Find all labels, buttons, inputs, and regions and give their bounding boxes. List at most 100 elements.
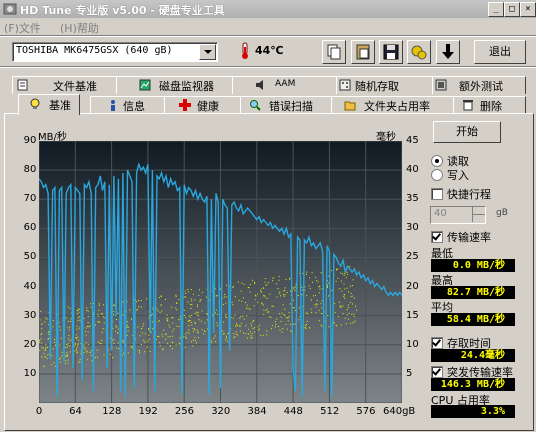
access-time-point	[312, 295, 314, 297]
access-time-point	[141, 332, 143, 334]
tab-file-benchmark[interactable]: 文件基准	[12, 76, 117, 94]
access-time-point	[152, 328, 154, 330]
paste-button[interactable]	[351, 40, 375, 64]
access-time-point	[203, 333, 205, 335]
access-time-point	[312, 281, 314, 283]
access-time-point	[267, 311, 269, 312]
maximize-button[interactable]: □	[504, 2, 520, 17]
short-stroke-checkbox[interactable]	[431, 188, 443, 200]
temperature-readout: 44℃	[255, 44, 284, 57]
access-time-point	[59, 326, 61, 328]
access-time-point	[331, 289, 333, 291]
access-time-point	[148, 328, 150, 329]
access-time-point	[192, 345, 194, 347]
x-tick-label: 64	[69, 406, 82, 417]
close-button[interactable]: ×	[520, 2, 536, 17]
x-tick-label: 256	[174, 406, 194, 417]
access-time-point	[316, 299, 318, 301]
y2-tick-label: 5	[406, 367, 413, 379]
spin-up-icon[interactable]	[472, 207, 485, 214]
chevron-down-icon[interactable]	[199, 44, 216, 60]
access-time-point	[123, 352, 125, 354]
tab-extra-tests[interactable]: 额外测试	[432, 76, 526, 94]
access-time-point	[127, 324, 128, 326]
access-time-point	[346, 309, 348, 311]
access-time-point	[158, 319, 160, 321]
tab-aam[interactable]: AAM	[232, 76, 337, 94]
access-time-point	[248, 333, 250, 335]
access-time-point	[293, 288, 295, 290]
access-time-point	[343, 274, 345, 276]
y-tick-label: 20	[23, 338, 37, 350]
access-time-point	[61, 355, 63, 357]
y2-tick-label: 25	[406, 251, 419, 263]
options-button[interactable]	[407, 40, 431, 64]
access-time-point	[183, 314, 185, 316]
copy-button[interactable]	[322, 40, 346, 64]
drive-select[interactable]: TOSHIBA MK6475GSX (640 gB)	[12, 42, 218, 62]
menu-help[interactable]: (H)帮助	[60, 20, 99, 36]
tab-info[interactable]: 信息	[90, 96, 165, 114]
menu-file[interactable]: (F)文件	[4, 20, 41, 36]
access-time-point	[352, 279, 354, 281]
access-time-point	[131, 318, 132, 320]
tab-error-scan[interactable]: 错误扫描	[240, 96, 332, 114]
access-time-point	[149, 351, 151, 352]
access-time-point	[251, 325, 253, 327]
transfer-rate-checkbox[interactable]	[431, 231, 443, 243]
access-time-point	[321, 307, 323, 309]
tab-health[interactable]: 健康	[164, 96, 241, 114]
access-time-point	[226, 340, 228, 342]
download-button[interactable]	[436, 40, 460, 64]
access-time-point	[217, 314, 218, 315]
access-time-point	[148, 329, 150, 331]
access-time-point	[243, 283, 245, 285]
title-bar[interactable]: HD Tune 专业版 v5.00 - 硬盘专业工具 _ □ ×	[0, 0, 536, 18]
access-time-point	[247, 287, 249, 288]
access-time-point	[271, 328, 272, 330]
access-time-point	[210, 340, 212, 342]
access-time-point	[126, 327, 128, 328]
access-time-point	[337, 316, 339, 318]
read-radio[interactable]	[431, 155, 443, 167]
tab-random-access[interactable]: 随机存取	[336, 76, 433, 94]
tab-folder-usage[interactable]: 文件夹占用率	[331, 96, 454, 114]
short-stroke-spinner[interactable]: 40	[430, 206, 486, 224]
access-time-point	[67, 359, 69, 361]
tab-erase[interactable]: 删除	[453, 96, 526, 114]
access-time-point	[43, 365, 45, 367]
access-time-point	[116, 319, 117, 320]
access-time-point	[102, 304, 104, 306]
access-time-point	[225, 284, 227, 286]
tab-disk-monitor[interactable]: 磁盘监视器	[116, 76, 233, 94]
access-time-checkbox[interactable]	[431, 337, 443, 349]
access-time-point	[190, 289, 192, 291]
access-time-point	[122, 301, 124, 303]
spin-down-icon[interactable]	[472, 214, 485, 222]
save-button[interactable]	[379, 40, 403, 64]
start-button[interactable]: 开始	[433, 121, 501, 143]
access-time-point	[255, 299, 257, 301]
access-time-point	[60, 329, 61, 331]
access-time-point	[277, 288, 279, 290]
access-time-point	[65, 317, 67, 319]
access-time-point	[334, 312, 336, 314]
access-time-point	[264, 281, 266, 283]
transfer-rate-label: 传输速率	[447, 231, 491, 244]
access-time-point	[122, 354, 124, 356]
write-radio[interactable]	[431, 169, 443, 181]
access-time-point	[341, 290, 343, 292]
access-time-point	[331, 270, 333, 272]
access-time-point	[85, 327, 87, 329]
access-time-point	[232, 317, 234, 319]
access-time-point	[314, 304, 316, 306]
access-time-point	[282, 294, 284, 296]
burst-rate-checkbox[interactable]	[431, 366, 443, 378]
access-time-point	[295, 286, 297, 288]
minimize-button[interactable]: _	[488, 2, 504, 17]
exit-button[interactable]: 退出	[474, 40, 526, 64]
access-time-point	[46, 346, 48, 348]
access-time-point	[216, 322, 218, 324]
tab-benchmark[interactable]: 基准	[18, 94, 80, 115]
access-time-point	[183, 296, 185, 298]
